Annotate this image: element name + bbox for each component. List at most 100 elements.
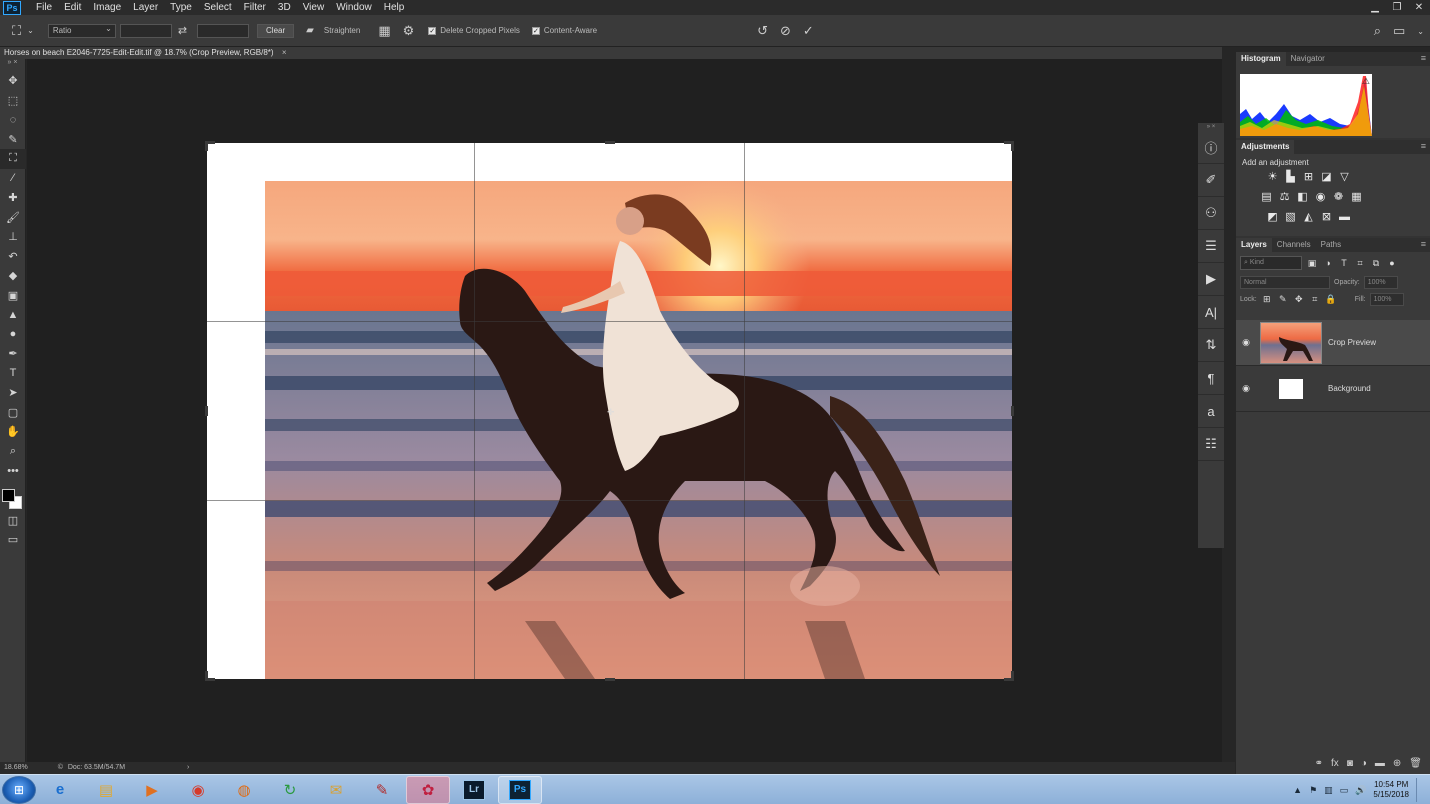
more-tools-icon[interactable]: ••• xyxy=(0,461,26,481)
smart-object-filter-icon[interactable]: ⧉ xyxy=(1370,258,1382,269)
zoom-tool-icon[interactable]: ⌕ xyxy=(0,442,26,462)
height-field[interactable] xyxy=(197,23,250,38)
sync-app-icon[interactable]: ↻ xyxy=(268,776,312,804)
menu-view[interactable]: View xyxy=(297,0,331,15)
panel-menu-icon[interactable]: ≡ xyxy=(1421,141,1426,151)
fx-icon[interactable]: fx xyxy=(1331,758,1339,769)
lock-artboard-icon[interactable]: ⌗ xyxy=(1309,294,1321,305)
menu-image[interactable]: Image xyxy=(87,0,127,15)
type-filter-icon[interactable]: T xyxy=(1338,258,1350,268)
strip-collapse-icon[interactable]: » × xyxy=(1198,123,1224,131)
clone-stamp-tool-icon[interactable]: ⊥ xyxy=(0,227,26,247)
tab-navigator[interactable]: Navigator xyxy=(1286,52,1330,66)
gradient-tool-icon[interactable]: ▣ xyxy=(0,286,26,306)
channel-mixer-icon[interactable]: ❁ xyxy=(1332,191,1345,204)
hand-tool-icon[interactable]: ✋ xyxy=(0,422,26,442)
canvas-area[interactable]: ✛ xyxy=(27,59,1222,762)
layer-name[interactable]: Crop Preview xyxy=(1328,338,1376,347)
search-icon[interactable]: ⌕ xyxy=(1368,23,1387,39)
pixel-filter-icon[interactable]: ▣ xyxy=(1306,258,1318,269)
flag-icon[interactable]: ⚑ xyxy=(1309,785,1317,796)
eye-icon[interactable]: ◉ xyxy=(1236,337,1256,348)
tab-channels[interactable]: Channels xyxy=(1272,238,1316,252)
mail-app-icon[interactable]: ✉ xyxy=(314,776,358,804)
gradient-map-icon[interactable]: ▬ xyxy=(1338,211,1351,224)
notes-app-icon[interactable]: ✎ xyxy=(360,776,404,804)
network-icon[interactable]: ▥ xyxy=(1324,785,1333,796)
layer-filter-kind[interactable]: ⌕ Kind xyxy=(1240,256,1302,270)
crop-box[interactable]: ✛ xyxy=(205,141,1014,681)
brush-tool-icon[interactable]: 🖌 xyxy=(0,208,26,228)
media-player-icon[interactable]: ▶ xyxy=(130,776,174,804)
pen-tool-icon[interactable]: ✒ xyxy=(0,344,26,364)
eyedropper-tool-icon[interactable]: ⁄ xyxy=(0,169,26,189)
info-icon[interactable]: ⓘ xyxy=(1198,131,1224,164)
overlay-grid-icon[interactable]: ▦ xyxy=(372,23,396,39)
color-lookup-icon[interactable]: ▦ xyxy=(1350,191,1363,204)
reset-icon[interactable]: ↺ xyxy=(751,23,774,39)
clear-button[interactable]: Clear xyxy=(257,23,295,38)
tab-histogram[interactable]: Histogram xyxy=(1236,52,1286,66)
screen-mode-icon[interactable]: ▭ xyxy=(0,530,26,550)
minimize-icon[interactable]: ▁ xyxy=(1364,0,1386,15)
add-mask-icon[interactable]: ◙ xyxy=(1347,758,1353,769)
filter-toggle-icon[interactable]: ● xyxy=(1386,258,1398,268)
ratio-select[interactable]: Ratio xyxy=(47,23,116,38)
warning-icon[interactable]: ⚠ xyxy=(1362,76,1370,87)
exposure-icon[interactable]: ◪ xyxy=(1320,171,1333,184)
menu-window[interactable]: Window xyxy=(330,0,378,15)
black-white-icon[interactable]: ◧ xyxy=(1296,191,1309,204)
lock-position-icon[interactable]: ✥ xyxy=(1293,294,1305,305)
opacity-field[interactable]: 100% xyxy=(1363,276,1398,289)
menu-select[interactable]: Select xyxy=(198,0,238,15)
show-desktop-icon[interactable] xyxy=(1416,778,1424,802)
move-tool-icon[interactable]: ✥ xyxy=(0,71,26,91)
zoom-level[interactable]: 18.68% xyxy=(4,764,28,771)
healing-brush-tool-icon[interactable]: ✚ xyxy=(0,188,26,208)
menu-filter[interactable]: Filter xyxy=(238,0,272,15)
foreground-color-swatch[interactable] xyxy=(2,488,15,502)
internet-explorer-icon[interactable]: e xyxy=(38,776,82,804)
history-brush-tool-icon[interactable]: ↶ xyxy=(0,247,26,267)
menu-type[interactable]: Type xyxy=(164,0,198,15)
lock-image-icon[interactable]: ✎ xyxy=(1277,294,1289,305)
libraries-icon[interactable]: ☷ xyxy=(1198,428,1224,461)
marquee-tool-icon[interactable]: ⬚ xyxy=(0,91,26,111)
blend-mode-select[interactable]: Normal xyxy=(1240,276,1330,289)
status-menu-arrow-icon[interactable]: › xyxy=(187,764,189,771)
dodge-tool-icon[interactable]: ● xyxy=(0,325,26,345)
layer-row-background[interactable]: ◉ Background xyxy=(1236,366,1430,412)
eraser-tool-icon[interactable]: ◆ xyxy=(0,266,26,286)
quick-select-tool-icon[interactable]: ✎ xyxy=(0,130,26,150)
threshold-icon[interactable]: ◭ xyxy=(1302,211,1315,224)
clock[interactable]: 10:54 PM 5/15/2018 xyxy=(1373,780,1409,800)
file-explorer-icon[interactable]: ▤ xyxy=(84,776,128,804)
photoshop-taskbar-button[interactable]: Ps xyxy=(498,775,542,804)
menu-layer[interactable]: Layer xyxy=(127,0,164,15)
new-adjustment-icon[interactable]: ◑ xyxy=(1361,758,1367,769)
volume-icon[interactable]: 🔊 xyxy=(1355,785,1366,796)
tray-arrow-icon[interactable]: ▲ xyxy=(1293,785,1302,795)
close-tab-icon[interactable]: × xyxy=(282,48,287,57)
delete-cropped-checkbox[interactable]: ✓ xyxy=(428,26,437,35)
eye-icon[interactable]: ◉ xyxy=(1236,383,1256,394)
layer-row-crop-preview[interactable]: ◉ Crop Preview xyxy=(1236,320,1430,366)
color-swatches[interactable] xyxy=(0,481,25,511)
shape-filter-icon[interactable]: ⌗ xyxy=(1354,258,1366,269)
width-field[interactable] xyxy=(119,23,172,38)
paint-app-icon[interactable]: ✿ xyxy=(406,775,450,804)
crop-handle-right[interactable] xyxy=(1011,406,1014,416)
type-tool-icon[interactable]: T xyxy=(0,364,26,384)
hue-saturation-icon[interactable]: ▤ xyxy=(1260,191,1273,204)
document-tab[interactable]: Horses on beach E2046-7725-Edit-Edit.tif… xyxy=(4,47,287,59)
timeline-icon[interactable]: ⇅ xyxy=(1198,329,1224,362)
commit-check-icon[interactable]: ✓ xyxy=(797,23,820,39)
new-layer-icon[interactable]: ⊕ xyxy=(1393,758,1401,769)
tab-paths[interactable]: Paths xyxy=(1316,238,1346,252)
collapse-icon[interactable]: » × xyxy=(0,59,25,71)
paragraph-icon[interactable]: ¶ xyxy=(1198,362,1224,395)
lasso-tool-icon[interactable]: ◌ xyxy=(0,110,26,130)
menu-help[interactable]: Help xyxy=(378,0,411,15)
close-window-icon[interactable]: ✕ xyxy=(1408,0,1430,15)
brush-settings-icon[interactable]: ✐ xyxy=(1198,164,1224,197)
